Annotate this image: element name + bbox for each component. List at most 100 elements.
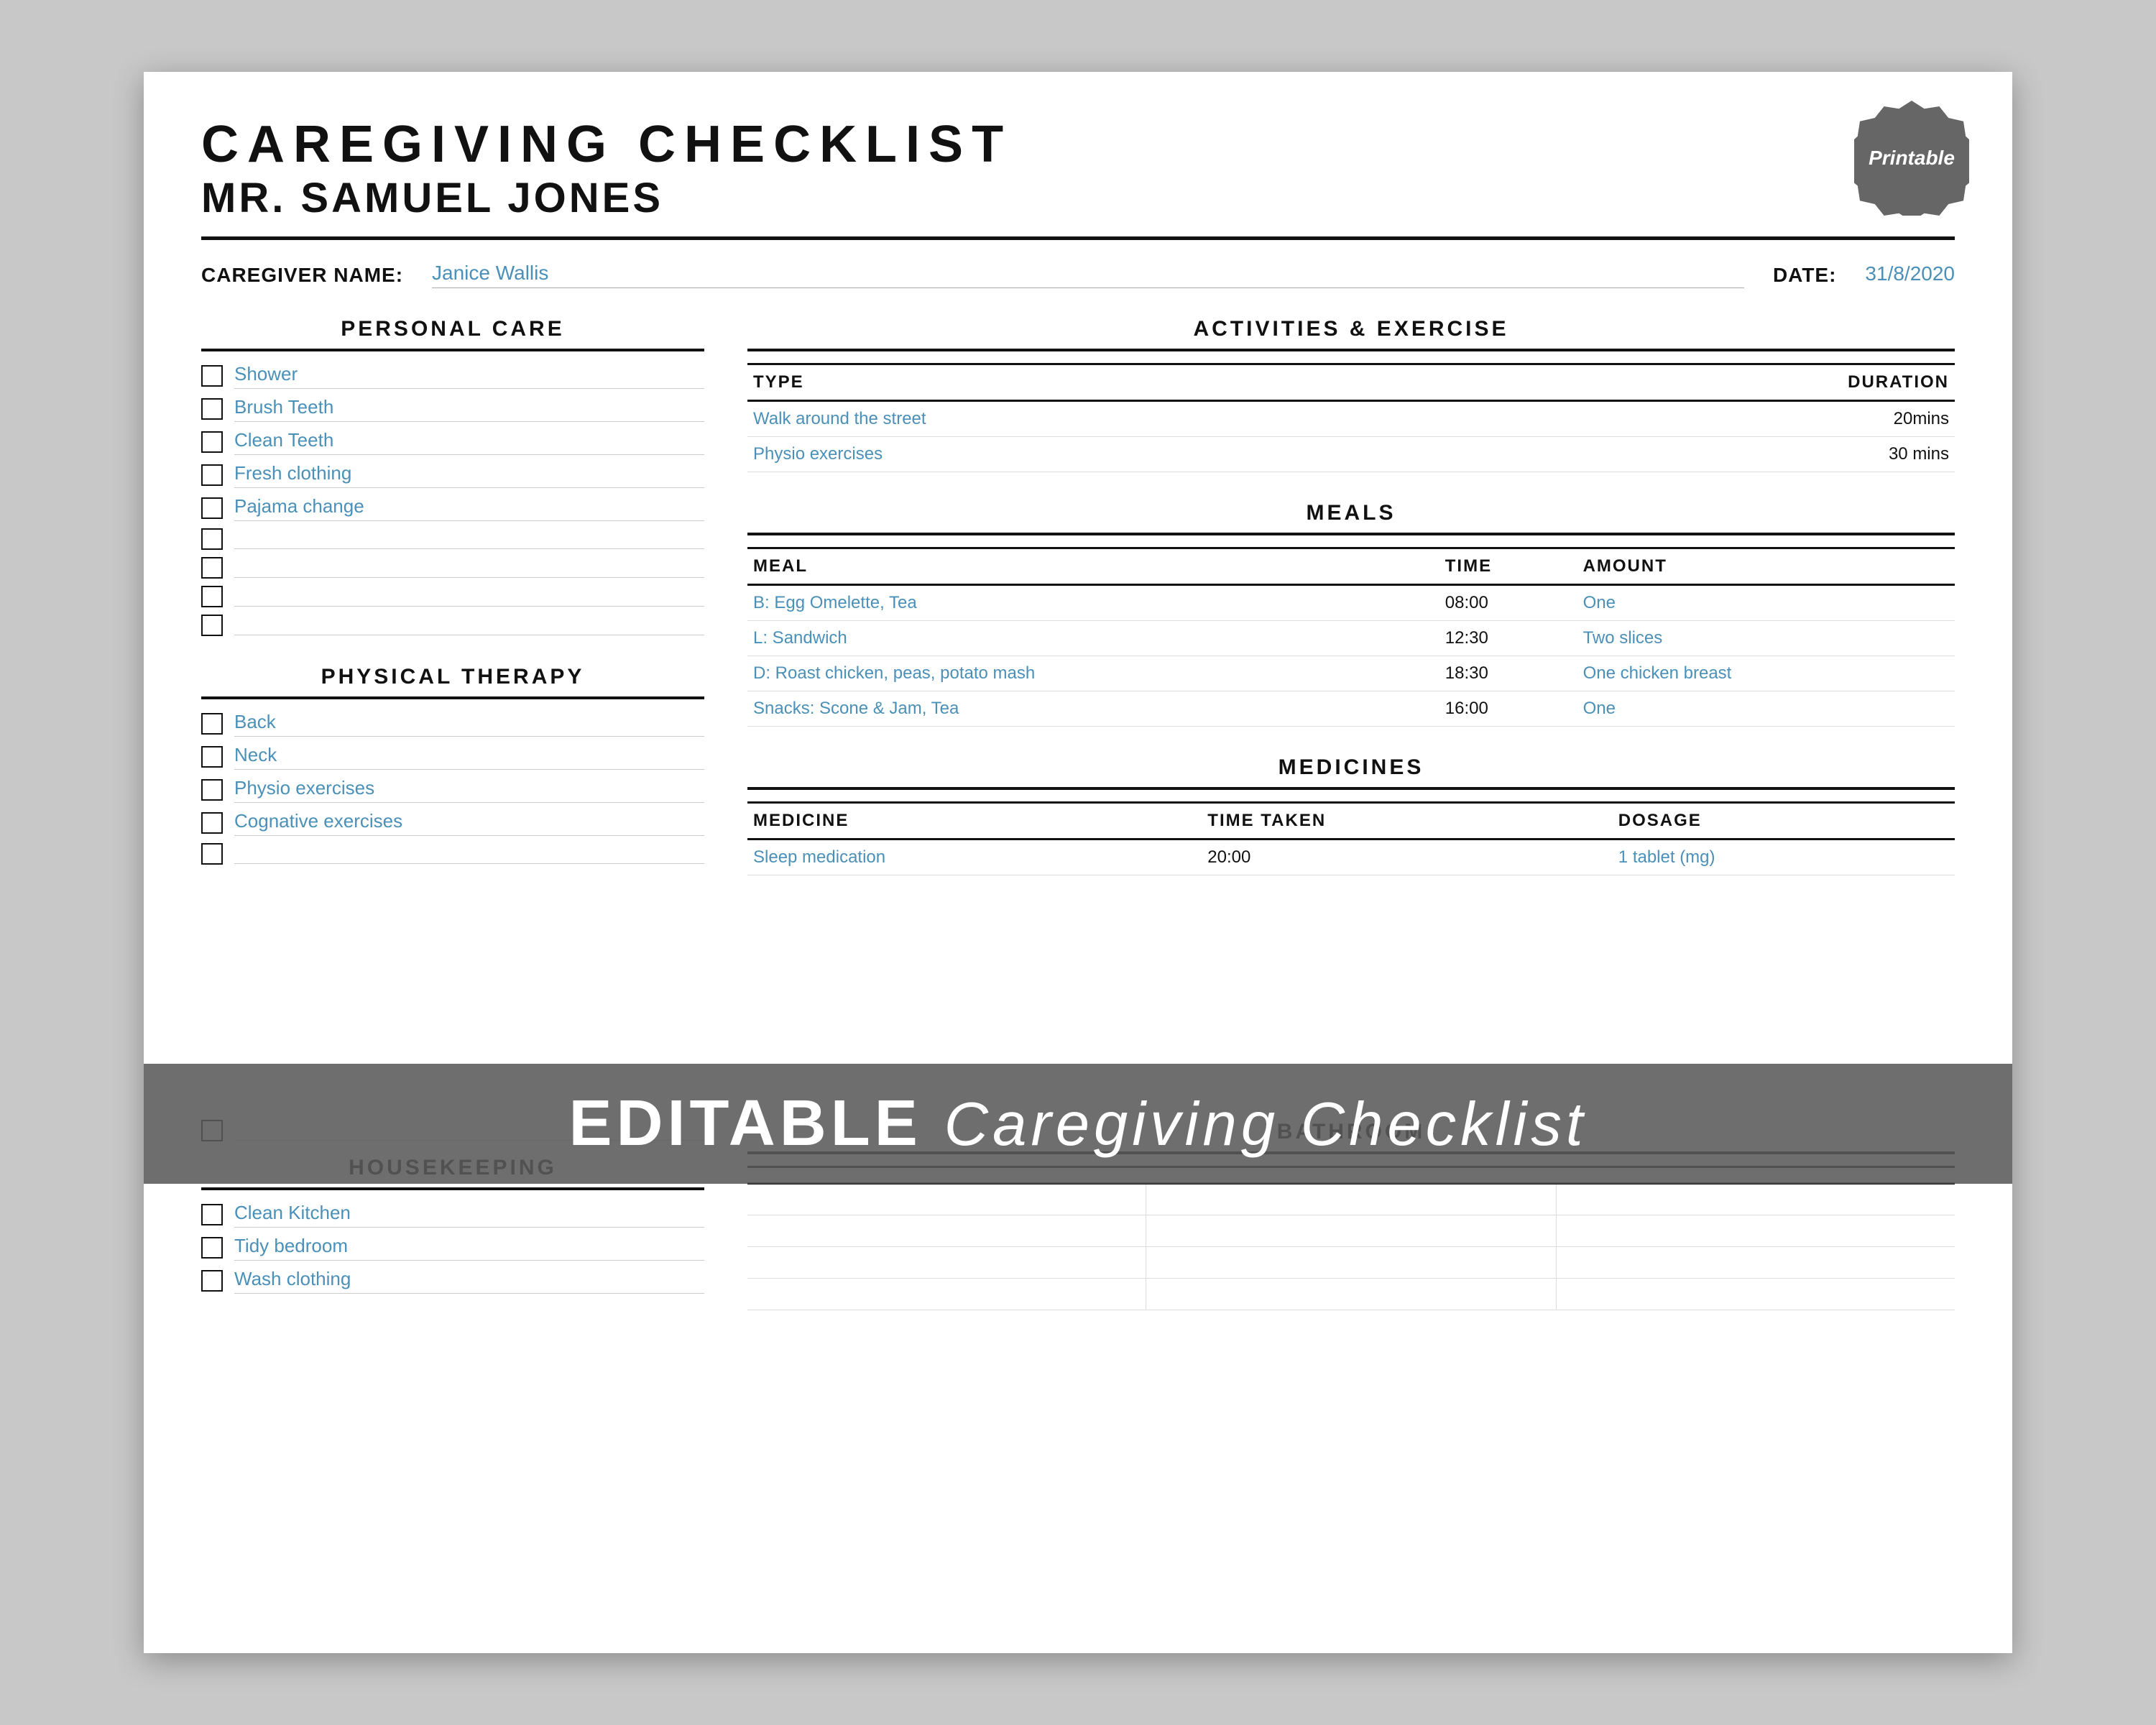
checkbox[interactable] bbox=[201, 1270, 223, 1292]
personal-care-item: Pajama change bbox=[201, 495, 704, 521]
meal-name: D: Roast chicken, peas, potato mash bbox=[747, 656, 1439, 691]
checkbox[interactable] bbox=[201, 843, 223, 865]
checkbox[interactable] bbox=[201, 812, 223, 834]
checkbox[interactable] bbox=[201, 746, 223, 768]
checkbox[interactable] bbox=[201, 528, 223, 550]
activity-row: Walk around the street20mins bbox=[747, 401, 1955, 437]
activity-duration: 30 mins bbox=[1497, 437, 1955, 472]
pt-empty-item bbox=[201, 843, 704, 865]
activities-body: Walk around the street20minsPhysio exerc… bbox=[747, 401, 1955, 472]
empty-line bbox=[234, 586, 704, 607]
personal-care-empty-item bbox=[201, 586, 704, 607]
medicine-row: Sleep medication20:001 tablet (mg) bbox=[747, 840, 1955, 875]
empty-line bbox=[234, 558, 704, 578]
page: Printable CAREGIVING CHECKLIST MR. SAMUE… bbox=[144, 72, 2012, 1653]
checklist-label: Cognative exercises bbox=[234, 810, 704, 836]
editable-banner: EDITABLE Caregiving Checklist bbox=[144, 1064, 2012, 1184]
personal-care-empty-item bbox=[201, 557, 704, 579]
checkbox[interactable] bbox=[201, 713, 223, 735]
bathroom-cell bbox=[1146, 1279, 1556, 1310]
personal-care-empty bbox=[201, 528, 704, 636]
meals-body: B: Egg Omelette, Tea08:00OneL: Sandwich1… bbox=[747, 585, 1955, 727]
bathroom-table bbox=[747, 1166, 1955, 1310]
personal-care-item: Fresh clothing bbox=[201, 462, 704, 488]
bathroom-body bbox=[747, 1184, 1955, 1310]
caregiver-row: CAREGIVER NAME: Janice Wallis DATE: 31/8… bbox=[201, 262, 1955, 288]
main-content: PERSONAL CARE ShowerBrush TeethClean Tee… bbox=[201, 317, 1955, 875]
bathroom-cell bbox=[1146, 1184, 1556, 1215]
meals-col-time: TIME bbox=[1439, 548, 1577, 585]
meals-table: MEAL TIME AMOUNT B: Egg Omelette, Tea08:… bbox=[747, 547, 1955, 727]
meal-amount: One chicken breast bbox=[1577, 656, 1955, 691]
housekeeping-item: Clean Kitchen bbox=[201, 1202, 704, 1228]
meal-name: Snacks: Scone & Jam, Tea bbox=[747, 691, 1439, 727]
bathroom-row bbox=[747, 1184, 1955, 1215]
meal-time: 16:00 bbox=[1439, 691, 1577, 727]
bathroom-cell bbox=[747, 1279, 1146, 1310]
checkbox[interactable] bbox=[201, 464, 223, 486]
meal-row: Snacks: Scone & Jam, Tea16:00One bbox=[747, 691, 1955, 727]
physical-therapy-item: Physio exercises bbox=[201, 777, 704, 803]
medicine-name: Sleep medication bbox=[747, 840, 1202, 875]
physical-therapy-item: Neck bbox=[201, 744, 704, 770]
date-value: 31/8/2020 bbox=[1865, 262, 1955, 288]
housekeeping-item: Tidy bedroom bbox=[201, 1235, 704, 1261]
checkbox[interactable] bbox=[201, 586, 223, 607]
medicine-dosage: 1 tablet (mg) bbox=[1613, 840, 1955, 875]
banner-text-bold: EDITABLE bbox=[568, 1087, 921, 1159]
meal-amount: Two slices bbox=[1577, 621, 1955, 656]
bathroom-cell bbox=[1146, 1215, 1556, 1247]
personal-care-section: PERSONAL CARE ShowerBrush TeethClean Tee… bbox=[201, 317, 704, 636]
meal-amount: One bbox=[1577, 691, 1955, 727]
date-label: DATE: bbox=[1773, 264, 1836, 287]
bathroom-cell bbox=[1557, 1279, 1955, 1310]
checkbox[interactable] bbox=[201, 431, 223, 453]
medicines-body: Sleep medication20:001 tablet (mg) bbox=[747, 840, 1955, 875]
medicines-col-time-taken: TIME TAKEN bbox=[1202, 803, 1613, 840]
checkbox[interactable] bbox=[201, 779, 223, 801]
bathroom-cell bbox=[747, 1215, 1146, 1247]
checklist-label: Wash clothing bbox=[234, 1268, 704, 1294]
bathroom-cell bbox=[747, 1184, 1146, 1215]
left-column: PERSONAL CARE ShowerBrush TeethClean Tee… bbox=[201, 317, 704, 875]
physical-therapy-item: Cognative exercises bbox=[201, 810, 704, 836]
housekeeping-list: Clean Kitchen Tidy bedroom Wash clothing bbox=[201, 1202, 704, 1294]
personal-care-item: Brush Teeth bbox=[201, 396, 704, 422]
meal-time: 18:30 bbox=[1439, 656, 1577, 691]
checklist-label: Pajama change bbox=[234, 495, 704, 521]
patient-name: MR. SAMUEL JONES bbox=[201, 174, 1955, 222]
checkbox[interactable] bbox=[201, 1237, 223, 1259]
bathroom-cell bbox=[1557, 1247, 1955, 1279]
checkbox[interactable] bbox=[201, 615, 223, 636]
checklist-label: Shower bbox=[234, 363, 704, 389]
meal-name: L: Sandwich bbox=[747, 621, 1439, 656]
meal-row: L: Sandwich12:30Two slices bbox=[747, 621, 1955, 656]
activities-table: TYPE DURATION Walk around the street20mi… bbox=[747, 363, 1955, 472]
checkbox[interactable] bbox=[201, 365, 223, 387]
activity-type: Walk around the street bbox=[747, 401, 1497, 437]
medicines-title: MEDICINES bbox=[747, 755, 1955, 790]
checklist-label: Fresh clothing bbox=[234, 462, 704, 488]
meal-time: 08:00 bbox=[1439, 585, 1577, 621]
checklist-label: Physio exercises bbox=[234, 777, 704, 803]
physical-therapy-list: Back Neck Physio exercises Cognative exerci… bbox=[201, 711, 704, 836]
checkbox[interactable] bbox=[201, 497, 223, 519]
meal-row: B: Egg Omelette, Tea08:00One bbox=[747, 585, 1955, 621]
medicine-time: 20:00 bbox=[1202, 840, 1613, 875]
meal-name: B: Egg Omelette, Tea bbox=[747, 585, 1439, 621]
checklist-label: Clean Kitchen bbox=[234, 1202, 704, 1228]
checkbox[interactable] bbox=[201, 1204, 223, 1225]
checkbox[interactable] bbox=[201, 398, 223, 420]
personal-care-empty-item bbox=[201, 615, 704, 636]
physical-therapy-title: PHYSICAL THERAPY bbox=[201, 665, 704, 699]
meal-time: 12:30 bbox=[1439, 621, 1577, 656]
personal-care-item: Clean Teeth bbox=[201, 429, 704, 455]
meals-col-meal: MEAL bbox=[747, 548, 1439, 585]
checklist-label: Back bbox=[234, 711, 704, 737]
personal-care-item: Shower bbox=[201, 363, 704, 389]
activities-col-type: TYPE bbox=[747, 364, 1497, 401]
checkbox[interactable] bbox=[201, 557, 223, 579]
page-title: CAREGIVING CHECKLIST bbox=[201, 115, 1955, 174]
checklist-label: Brush Teeth bbox=[234, 396, 704, 422]
bathroom-row bbox=[747, 1247, 1955, 1279]
